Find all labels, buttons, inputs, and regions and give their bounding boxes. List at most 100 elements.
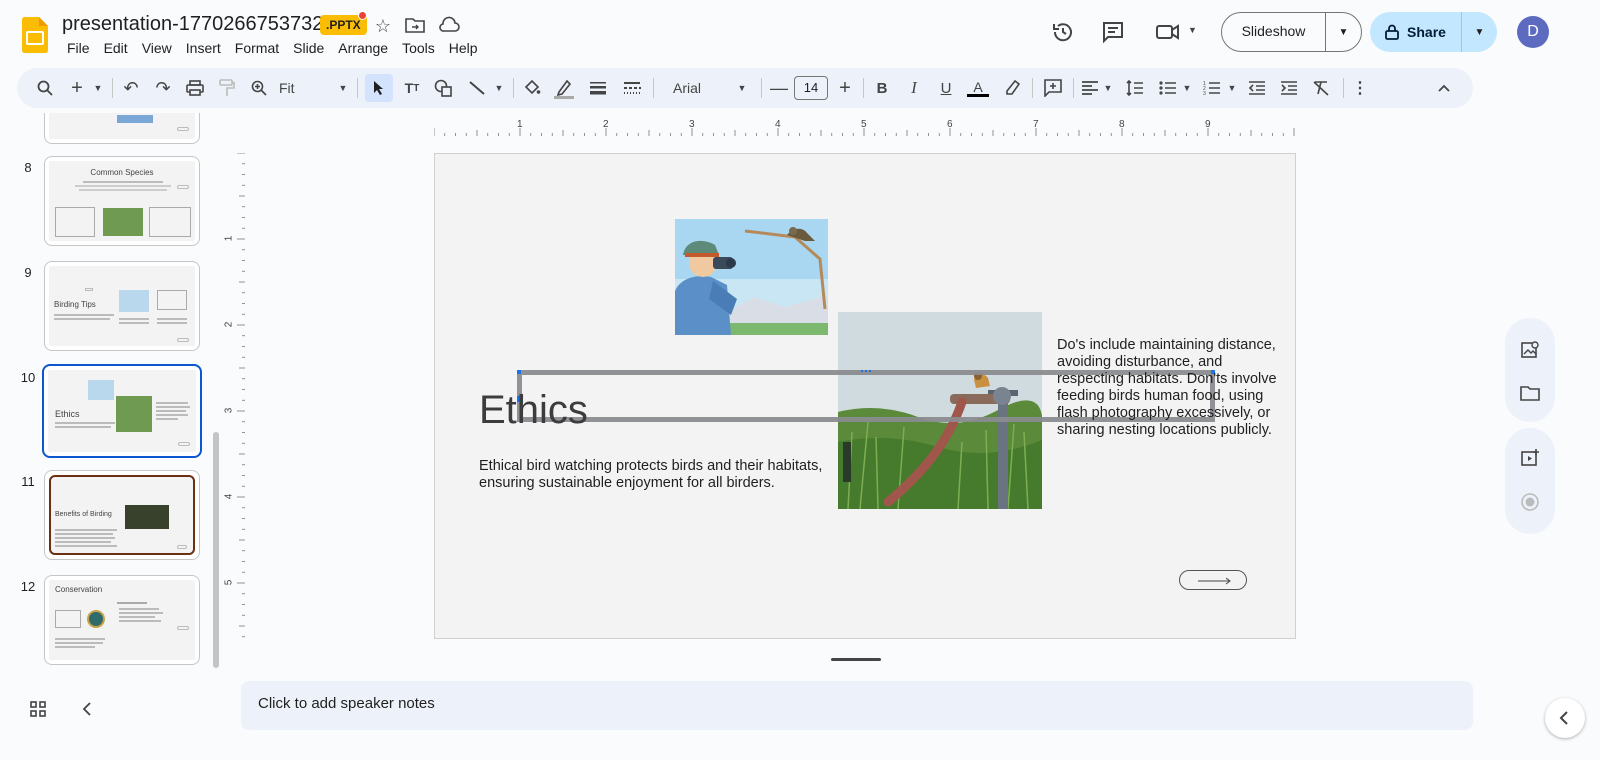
version-history-icon[interactable] bbox=[1051, 20, 1075, 44]
meet-dropdown-icon[interactable]: ▼ bbox=[1188, 25, 1197, 35]
zoom-dropdown-icon[interactable]: ▼ bbox=[336, 76, 350, 100]
record-icon[interactable] bbox=[1520, 492, 1540, 512]
arrow-right-icon bbox=[1198, 577, 1231, 585]
align-dropdown-icon[interactable]: ▼ bbox=[1101, 76, 1115, 100]
print-icon[interactable] bbox=[183, 76, 207, 100]
menu-format[interactable]: Format bbox=[228, 40, 286, 56]
speaker-notes[interactable]: Click to add speaker notes bbox=[241, 681, 1473, 730]
menu-edit[interactable]: Edit bbox=[97, 40, 135, 56]
decrease-font-icon[interactable]: — bbox=[769, 76, 789, 100]
menu-help[interactable]: Help bbox=[442, 40, 485, 56]
birdwatcher-illustration[interactable] bbox=[675, 219, 828, 335]
collapse-toolbar-icon[interactable] bbox=[1432, 76, 1456, 100]
move-folder-icon[interactable] bbox=[405, 16, 425, 34]
notes-resize-handle[interactable] bbox=[831, 658, 881, 661]
selection-handle[interactable] bbox=[861, 370, 871, 373]
italic-icon[interactable]: I bbox=[902, 76, 926, 100]
menu-bar: File Edit View Insert Format Slide Arran… bbox=[60, 40, 485, 56]
selection-handle[interactable] bbox=[517, 370, 521, 374]
increase-indent-icon[interactable] bbox=[1277, 76, 1301, 100]
insert-comment-icon[interactable] bbox=[1041, 76, 1065, 100]
toolbar: + ▼ ↶ ↷ Fit ▼ TT ▼ Arial ▼ — 14 + B I U … bbox=[17, 68, 1473, 108]
more-options-icon[interactable]: ⋮ bbox=[1350, 76, 1370, 100]
text-color-icon[interactable]: A bbox=[966, 76, 990, 100]
font-size-input[interactable]: 14 bbox=[794, 76, 828, 100]
line-dropdown-icon[interactable]: ▼ bbox=[492, 76, 506, 100]
align-icon[interactable] bbox=[1079, 76, 1101, 100]
folder-icon[interactable] bbox=[1520, 384, 1540, 402]
select-tool-icon[interactable] bbox=[365, 74, 393, 102]
slides-logo-icon[interactable] bbox=[22, 17, 48, 53]
slide-number: 10 bbox=[20, 370, 36, 385]
grid-view-icon[interactable] bbox=[29, 700, 47, 718]
paint-format-icon[interactable] bbox=[215, 76, 239, 100]
slide-canvas[interactable]: Ethics Ethical bird watching protects bi… bbox=[434, 153, 1296, 639]
slide-thumbnail-8[interactable]: Common Species bbox=[44, 156, 200, 246]
shape-icon[interactable] bbox=[431, 76, 455, 100]
menu-tools[interactable]: Tools bbox=[395, 40, 442, 56]
slide-body-text[interactable]: Ethical bird watching protects birds and… bbox=[479, 458, 849, 492]
slideshow-button[interactable]: Slideshow bbox=[1222, 12, 1326, 52]
ruler-label: 3 bbox=[223, 407, 235, 414]
ruler-label: 2 bbox=[223, 321, 235, 328]
menu-arrange[interactable]: Arrange bbox=[331, 40, 395, 56]
text-box-icon[interactable]: TT bbox=[400, 76, 424, 100]
ruler-label: 2 bbox=[603, 119, 609, 130]
slide-thumbnail-7-partial[interactable] bbox=[44, 113, 200, 144]
increase-font-icon[interactable]: + bbox=[835, 76, 855, 100]
line-icon[interactable] bbox=[466, 76, 488, 100]
next-arrow-button[interactable] bbox=[1179, 570, 1247, 590]
slide-side-text[interactable]: Do's include maintaining distance, avoid… bbox=[1057, 337, 1277, 439]
star-icon[interactable]: ☆ bbox=[371, 14, 395, 38]
cloud-status-icon[interactable] bbox=[438, 16, 460, 34]
slideshow-dropdown-icon[interactable]: ▼ bbox=[1326, 27, 1361, 38]
image-search-icon[interactable] bbox=[1520, 340, 1540, 360]
numbered-list-dropdown-icon[interactable]: ▼ bbox=[1225, 76, 1239, 100]
undo-icon[interactable]: ↶ bbox=[119, 76, 143, 100]
bulleted-list-dropdown-icon[interactable]: ▼ bbox=[1180, 76, 1194, 100]
menu-view[interactable]: View bbox=[135, 40, 179, 56]
slide-thumbnail-10-selected[interactable]: Ethics bbox=[42, 364, 202, 458]
redo-icon[interactable]: ↷ bbox=[151, 76, 175, 100]
share-dropdown-icon[interactable]: ▼ bbox=[1462, 27, 1497, 38]
new-slide-icon[interactable]: + bbox=[67, 76, 87, 100]
new-slide-dropdown-icon[interactable]: ▼ bbox=[91, 76, 105, 100]
side-panel-bottom bbox=[1505, 428, 1555, 534]
menu-slide[interactable]: Slide bbox=[286, 40, 331, 56]
search-menus-icon[interactable] bbox=[33, 76, 57, 100]
avatar[interactable]: D bbox=[1517, 16, 1549, 48]
border-dash-icon[interactable] bbox=[620, 76, 644, 100]
meet-video-icon[interactable] bbox=[1155, 21, 1181, 43]
menu-file[interactable]: File bbox=[60, 40, 97, 56]
decrease-indent-icon[interactable] bbox=[1245, 76, 1269, 100]
line-spacing-icon[interactable] bbox=[1123, 76, 1147, 100]
highlight-color-icon[interactable] bbox=[1000, 76, 1024, 100]
numbered-list-icon[interactable]: 123 bbox=[1201, 76, 1223, 100]
font-dropdown-icon[interactable]: ▼ bbox=[735, 76, 749, 100]
add-video-icon[interactable] bbox=[1520, 448, 1540, 468]
slideshow-button-group: Slideshow ▼ bbox=[1221, 12, 1362, 52]
slide-thumbnail-11[interactable]: Benefits of Birding bbox=[44, 470, 200, 560]
expand-side-panel-button[interactable] bbox=[1545, 698, 1585, 738]
font-family-select[interactable]: Arial bbox=[669, 76, 769, 100]
document-title[interactable]: presentation-1770266753732 bbox=[62, 13, 323, 36]
slide-number: 11 bbox=[21, 474, 35, 489]
filmstrip-scrollbar[interactable] bbox=[213, 432, 219, 668]
share-button[interactable]: Share bbox=[1370, 12, 1462, 52]
clear-formatting-icon[interactable] bbox=[1309, 76, 1333, 100]
slide-title[interactable]: Ethics bbox=[479, 388, 588, 433]
underline-icon[interactable]: U bbox=[934, 76, 958, 100]
slide-thumbnail-12[interactable]: Conservation bbox=[44, 575, 200, 665]
collapse-filmstrip-icon[interactable] bbox=[80, 701, 94, 717]
fill-color-icon[interactable] bbox=[520, 76, 544, 100]
border-weight-icon[interactable] bbox=[586, 76, 610, 100]
slide-thumbnail-9[interactable]: Birding Tips bbox=[44, 261, 200, 351]
comments-icon[interactable] bbox=[1101, 20, 1125, 44]
zoom-level[interactable]: Fit bbox=[279, 76, 309, 100]
menu-insert[interactable]: Insert bbox=[179, 40, 228, 56]
border-color-icon[interactable] bbox=[552, 76, 576, 100]
bulleted-list-icon[interactable] bbox=[1157, 76, 1179, 100]
bold-icon[interactable]: B bbox=[870, 76, 894, 100]
zoom-icon[interactable] bbox=[247, 76, 271, 100]
ruler-label: 5 bbox=[861, 119, 867, 130]
